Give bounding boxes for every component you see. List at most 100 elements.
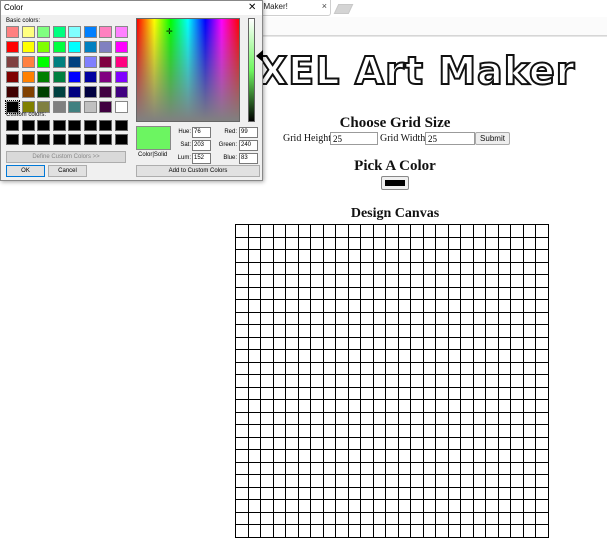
- canvas-cell[interactable]: [422, 349, 436, 363]
- canvas-cell[interactable]: [322, 499, 336, 513]
- new-tab-button[interactable]: [333, 4, 354, 14]
- basic-color-swatch[interactable]: [114, 26, 128, 38]
- canvas-cell[interactable]: [397, 249, 411, 263]
- canvas-cell[interactable]: [497, 286, 511, 300]
- basic-color-swatch[interactable]: [21, 86, 35, 98]
- canvas-cell[interactable]: [447, 474, 461, 488]
- canvas-cell[interactable]: [422, 299, 436, 313]
- canvas-cell[interactable]: [435, 524, 449, 538]
- canvas-cell[interactable]: [310, 349, 324, 363]
- canvas-cell[interactable]: [372, 249, 386, 263]
- canvas-cell[interactable]: [535, 411, 549, 425]
- canvas-cell[interactable]: [447, 524, 461, 538]
- canvas-cell[interactable]: [422, 399, 436, 413]
- canvas-cell[interactable]: [297, 424, 311, 438]
- canvas-cell[interactable]: [260, 324, 274, 338]
- canvas-cell[interactable]: [485, 461, 499, 475]
- canvas-cell[interactable]: [435, 236, 449, 250]
- canvas-cell[interactable]: [322, 224, 336, 238]
- canvas-cell[interactable]: [310, 249, 324, 263]
- slider-arrow-icon[interactable]: [256, 50, 263, 62]
- canvas-cell[interactable]: [497, 399, 511, 413]
- canvas-cell[interactable]: [460, 311, 474, 325]
- canvas-cell[interactable]: [297, 461, 311, 475]
- canvas-cell[interactable]: [435, 299, 449, 313]
- canvas-cell[interactable]: [422, 499, 436, 513]
- canvas-cell[interactable]: [235, 249, 249, 263]
- canvas-cell[interactable]: [410, 399, 424, 413]
- canvas-cell[interactable]: [272, 486, 286, 500]
- canvas-cell[interactable]: [535, 386, 549, 400]
- canvas-cell[interactable]: [422, 274, 436, 288]
- canvas-cell[interactable]: [485, 436, 499, 450]
- canvas-cell[interactable]: [297, 374, 311, 388]
- canvas-cell[interactable]: [322, 424, 336, 438]
- canvas-cell[interactable]: [310, 486, 324, 500]
- canvas-cell[interactable]: [285, 374, 299, 388]
- canvas-cell[interactable]: [297, 274, 311, 288]
- basic-color-swatch[interactable]: [52, 101, 66, 113]
- canvas-cell[interactable]: [360, 486, 374, 500]
- canvas-cell[interactable]: [285, 399, 299, 413]
- canvas-cell[interactable]: [472, 336, 486, 350]
- canvas-cell[interactable]: [247, 374, 261, 388]
- red-input[interactable]: 99: [239, 127, 258, 138]
- canvas-cell[interactable]: [322, 261, 336, 275]
- canvas-cell[interactable]: [410, 449, 424, 463]
- canvas-cell[interactable]: [285, 286, 299, 300]
- canvas-cell[interactable]: [310, 286, 324, 300]
- canvas-cell[interactable]: [360, 349, 374, 363]
- canvas-cell[interactable]: [310, 311, 324, 325]
- canvas-cell[interactable]: [247, 424, 261, 438]
- canvas-cell[interactable]: [460, 324, 474, 338]
- canvas-cell[interactable]: [460, 286, 474, 300]
- canvas-cell[interactable]: [310, 299, 324, 313]
- color-picker-input[interactable]: [381, 176, 409, 190]
- canvas-cell[interactable]: [285, 324, 299, 338]
- basic-color-swatch[interactable]: [114, 56, 128, 68]
- canvas-cell[interactable]: [510, 424, 524, 438]
- canvas-cell[interactable]: [310, 274, 324, 288]
- canvas-cell[interactable]: [497, 474, 511, 488]
- canvas-cell[interactable]: [447, 511, 461, 525]
- custom-color-swatch[interactable]: [68, 120, 81, 131]
- canvas-cell[interactable]: [235, 224, 249, 238]
- canvas-cell[interactable]: [347, 249, 361, 263]
- basic-color-swatch[interactable]: [52, 26, 66, 38]
- canvas-cell[interactable]: [435, 486, 449, 500]
- canvas-cell[interactable]: [235, 436, 249, 450]
- canvas-cell[interactable]: [310, 499, 324, 513]
- canvas-cell[interactable]: [285, 524, 299, 538]
- canvas-cell[interactable]: [347, 324, 361, 338]
- canvas-cell[interactable]: [372, 436, 386, 450]
- canvas-cell[interactable]: [410, 436, 424, 450]
- canvas-cell[interactable]: [472, 311, 486, 325]
- canvas-cell[interactable]: [260, 224, 274, 238]
- canvas-cell[interactable]: [310, 436, 324, 450]
- basic-color-swatch[interactable]: [83, 26, 97, 38]
- pixel-canvas[interactable]: [235, 224, 549, 538]
- canvas-cell[interactable]: [297, 499, 311, 513]
- canvas-cell[interactable]: [260, 286, 274, 300]
- canvas-cell[interactable]: [347, 224, 361, 238]
- canvas-cell[interactable]: [235, 299, 249, 313]
- canvas-cell[interactable]: [435, 274, 449, 288]
- canvas-cell[interactable]: [310, 386, 324, 400]
- canvas-cell[interactable]: [472, 299, 486, 313]
- basic-color-swatch[interactable]: [68, 56, 81, 68]
- canvas-cell[interactable]: [235, 236, 249, 250]
- canvas-cell[interactable]: [310, 261, 324, 275]
- canvas-cell[interactable]: [347, 349, 361, 363]
- canvas-cell[interactable]: [235, 424, 249, 438]
- canvas-cell[interactable]: [472, 486, 486, 500]
- canvas-cell[interactable]: [360, 261, 374, 275]
- canvas-cell[interactable]: [335, 349, 349, 363]
- canvas-cell[interactable]: [472, 361, 486, 375]
- canvas-cell[interactable]: [385, 374, 399, 388]
- canvas-cell[interactable]: [297, 261, 311, 275]
- canvas-cell[interactable]: [535, 286, 549, 300]
- canvas-cell[interactable]: [322, 249, 336, 263]
- canvas-cell[interactable]: [485, 336, 499, 350]
- canvas-cell[interactable]: [535, 261, 549, 275]
- canvas-cell[interactable]: [485, 386, 499, 400]
